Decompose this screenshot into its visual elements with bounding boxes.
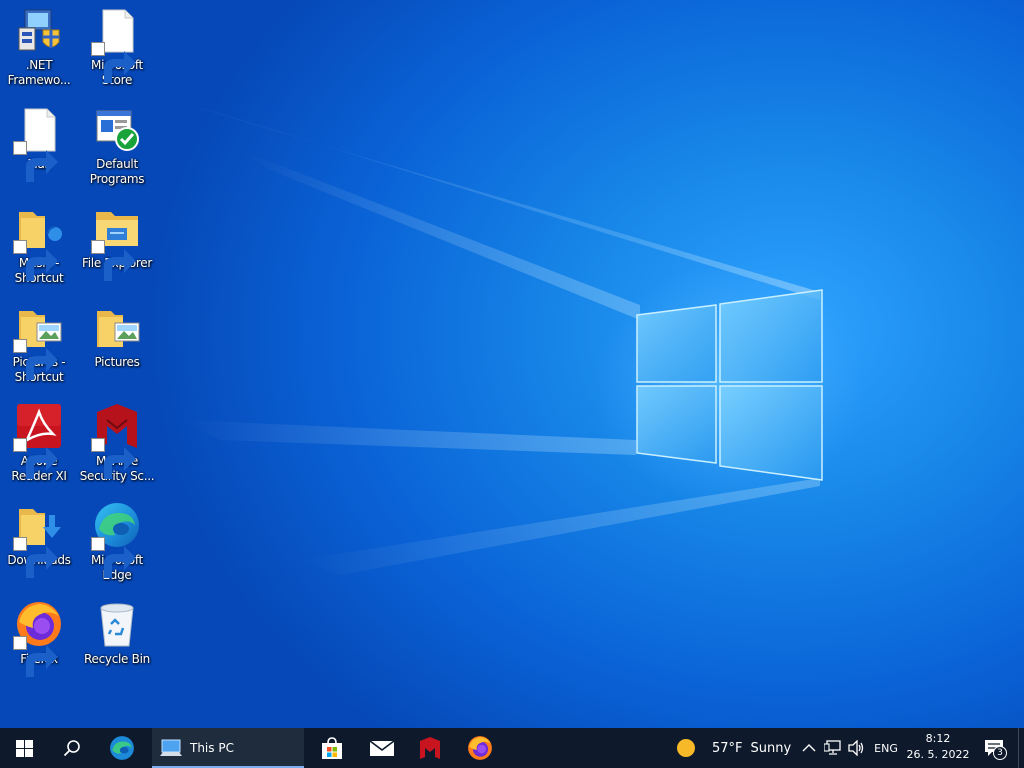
desktop-icon-file-explorer[interactable]: File Explorer bbox=[78, 198, 156, 294]
desktop-icon-downloads[interactable]: Downloads bbox=[0, 495, 78, 591]
desktop-icon-dotnet[interactable]: .NET Framewo... bbox=[0, 0, 78, 96]
desktop-icon-label: Default Programs bbox=[89, 157, 145, 186]
weather-temperature: 57°F bbox=[712, 740, 743, 756]
desktop-icon-recycle-bin[interactable]: Recycle Bin bbox=[78, 594, 156, 690]
tray-overflow-button[interactable] bbox=[798, 728, 820, 768]
downloads-folder-icon bbox=[13, 501, 63, 578]
shortcut-arrow-icon bbox=[91, 438, 136, 479]
blank-document-icon bbox=[13, 105, 63, 182]
weather-widget[interactable]: 57°F Sunny bbox=[676, 728, 796, 768]
desktop-icon-label: Pictures bbox=[94, 355, 140, 369]
action-center-button[interactable]: 3 bbox=[974, 728, 1014, 768]
desktop-icon-adobe[interactable]: Adobe Reader XI bbox=[0, 396, 78, 492]
tray-language-button[interactable]: ENG bbox=[870, 728, 902, 768]
desktop-icon-music[interactable]: Music - Shortcut bbox=[0, 198, 78, 294]
desktop-icon-firefox[interactable]: Firefox bbox=[0, 594, 78, 690]
taskbar-edge-button[interactable] bbox=[98, 728, 146, 768]
taskbar-this-pc-button[interactable]: This PC bbox=[152, 728, 304, 768]
this-pc-icon bbox=[160, 739, 182, 756]
desktop-icon-mail[interactable]: Mail bbox=[0, 99, 78, 195]
volume-icon bbox=[848, 740, 864, 756]
desktop[interactable]: .NET Framewo... Microsoft Store Mail bbox=[0, 0, 1024, 728]
firefox-icon bbox=[468, 736, 492, 760]
search-icon bbox=[63, 740, 80, 757]
notification-count-badge: 3 bbox=[993, 746, 1007, 760]
tray-network-button[interactable] bbox=[822, 728, 844, 768]
taskbar-mail-button[interactable] bbox=[358, 728, 406, 768]
shortcut-arrow-icon bbox=[13, 339, 58, 380]
windows-start-icon bbox=[15, 739, 33, 757]
network-icon bbox=[824, 740, 841, 755]
shortcut-arrow-icon bbox=[13, 141, 58, 182]
this-pc-label: This PC bbox=[190, 741, 234, 755]
pictures-folder-icon bbox=[93, 303, 141, 351]
start-button[interactable] bbox=[0, 728, 48, 768]
input-language: ENG bbox=[874, 741, 898, 755]
desktop-icon-label: Recycle Bin bbox=[84, 652, 150, 666]
edge-icon bbox=[91, 501, 141, 578]
shortcut-arrow-icon bbox=[91, 240, 136, 281]
mcafee-icon bbox=[91, 402, 141, 479]
chevron-up-icon bbox=[802, 744, 816, 752]
desktop-icon-edge[interactable]: Microsoft Edge bbox=[78, 495, 156, 591]
blank-document-icon bbox=[91, 6, 141, 83]
taskbar-firefox-button[interactable] bbox=[456, 728, 504, 768]
shortcut-arrow-icon bbox=[13, 438, 58, 479]
music-folder-icon bbox=[13, 204, 63, 281]
taskbar: This PC 57°F Sunny ENG 8:12 26. 5. 2022 … bbox=[0, 728, 1024, 768]
default-programs-icon bbox=[93, 105, 141, 153]
shortcut-arrow-icon bbox=[13, 537, 58, 578]
edge-icon bbox=[110, 736, 134, 760]
desktop-icon-label: .NET Framewo... bbox=[7, 58, 71, 87]
mcafee-icon bbox=[420, 737, 440, 759]
file-explorer-icon bbox=[91, 204, 141, 281]
shortcut-arrow-icon bbox=[91, 537, 136, 578]
shortcut-arrow-icon bbox=[13, 240, 58, 281]
taskbar-clock[interactable]: 8:12 26. 5. 2022 bbox=[904, 728, 972, 768]
weather-condition: Sunny bbox=[750, 740, 792, 756]
adobe-reader-icon bbox=[13, 402, 63, 479]
taskbar-store-button[interactable] bbox=[308, 728, 356, 768]
desktop-icon-pictures-shortcut[interactable]: Pictures - Shortcut bbox=[0, 297, 78, 393]
shortcut-arrow-icon bbox=[91, 42, 136, 83]
desktop-icon-mcafee[interactable]: McAfee Security Sc... bbox=[78, 396, 156, 492]
windows-wallpaper-logo bbox=[636, 289, 823, 481]
desktop-icon-pictures[interactable]: Pictures bbox=[78, 297, 156, 393]
clock-time: 8:12 bbox=[925, 732, 951, 745]
dotnet-installer-icon bbox=[15, 6, 63, 54]
clock-date: 26. 5. 2022 bbox=[906, 748, 970, 761]
desktop-icon-default-programs[interactable]: Default Programs bbox=[78, 99, 156, 195]
mail-envelope-icon bbox=[369, 740, 395, 756]
recycle-bin-icon bbox=[93, 600, 141, 648]
desktop-icon-store[interactable]: Microsoft Store bbox=[78, 0, 156, 96]
show-desktop-button[interactable] bbox=[1018, 728, 1024, 768]
store-bag-icon bbox=[322, 737, 342, 759]
sun-icon bbox=[677, 739, 695, 757]
taskbar-mcafee-button[interactable] bbox=[406, 728, 454, 768]
shortcut-arrow-icon bbox=[13, 636, 58, 677]
search-button[interactable] bbox=[48, 728, 96, 768]
pictures-folder-icon bbox=[13, 303, 63, 380]
firefox-icon bbox=[13, 600, 63, 677]
tray-volume-button[interactable] bbox=[845, 728, 869, 768]
